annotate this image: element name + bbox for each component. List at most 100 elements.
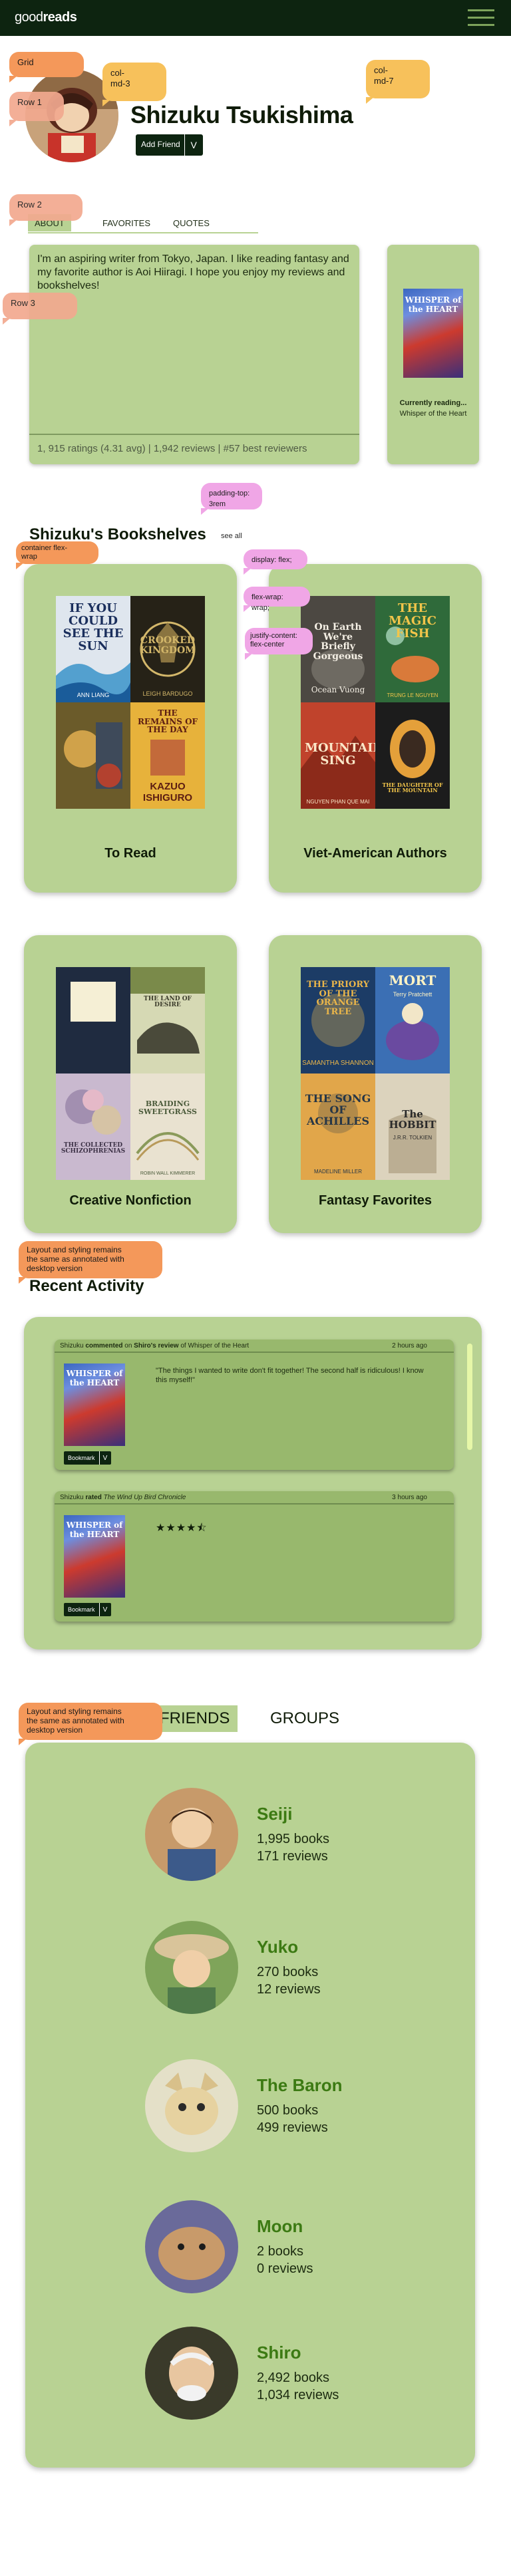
book-cover[interactable]: THE COLLECTED SCHIZOPHRENIAS xyxy=(56,1073,130,1180)
scrollbar[interactable] xyxy=(467,1344,472,1450)
bookmark-button[interactable]: Bookmark V xyxy=(64,1603,111,1616)
friend-avatar[interactable] xyxy=(145,2059,238,2152)
shelf-card[interactable]: IF YOU COULD SEE THE SUN ANN LIANG CROOK… xyxy=(24,564,237,893)
bookmark-label: Bookmark xyxy=(68,1606,95,1613)
shelf-name: Fantasy Favorites xyxy=(318,1193,432,1208)
activity-verb: rated xyxy=(85,1494,102,1501)
activity-review-link[interactable]: Shiro's review xyxy=(134,1342,178,1350)
add-friend-button[interactable]: Add Friend V xyxy=(136,134,203,156)
book-title: THE LAND OF DESIRE xyxy=(144,996,192,1009)
chevron-down-icon[interactable]: V xyxy=(184,134,203,156)
friend-reviews: 499 reviews xyxy=(257,2120,328,2135)
friend-books: 2 books xyxy=(257,2244,304,2259)
activity-user[interactable]: Shizuku xyxy=(60,1342,84,1350)
note-col-md-3: col- md-3 xyxy=(102,63,166,106)
tab-groups[interactable]: GROUPS xyxy=(270,1705,339,1732)
friend-books: 270 books xyxy=(257,1965,319,1979)
friend-name[interactable]: The Baron xyxy=(257,2075,343,2096)
note-padding-top: padding-top: 3rem xyxy=(201,483,262,515)
book-title: THE DAUGHTER OF THE MOUNTAIN xyxy=(382,782,443,794)
friend-name[interactable]: Yuko xyxy=(257,1937,298,1957)
activity-quote: "The things I wanted to write don't fit … xyxy=(156,1367,424,1384)
chevron-down-icon[interactable]: V xyxy=(98,1603,111,1616)
book-cover[interactable] xyxy=(56,702,130,809)
activity-book-link[interactable]: Whisper of the Heart xyxy=(188,1342,250,1350)
book-cover[interactable]: THE LAND OF DESIRE xyxy=(130,967,205,1073)
add-friend-label: Add Friend xyxy=(141,140,180,149)
book-cover[interactable]: The HOBBIT J.R.R. TOLKIEN xyxy=(375,1073,450,1180)
tab-quotes[interactable]: QUOTES xyxy=(173,214,210,231)
about-text: I'm an aspiring writer from Tokyo, Japan… xyxy=(37,253,349,291)
friend-item[interactable]: The Baron 500 books 499 reviews xyxy=(118,2059,438,2152)
book-title: On Earth We're Briefly Gorgeous xyxy=(313,622,363,662)
book-author: LEIGH BARDUGO xyxy=(142,690,193,697)
shelf-books-grid: IF YOU COULD SEE THE SUN ANN LIANG CROOK… xyxy=(56,596,205,809)
book-cover[interactable]: THE DAUGHTER OF THE MOUNTAIN xyxy=(375,702,450,809)
friend-avatar[interactable] xyxy=(145,1788,238,1881)
shelf-card[interactable]: THE PRIORY OF THE ORANGE TREE SAMANTHA S… xyxy=(269,935,482,1233)
book-cover[interactable]: MORT Terry Pratchett xyxy=(375,967,450,1073)
friend-item[interactable]: Seiji 1,995 books 171 reviews xyxy=(118,1788,438,1881)
book-author: ROBIN WALL KIMMERER xyxy=(140,1171,196,1176)
friend-avatar[interactable] xyxy=(145,2200,238,2293)
activity-user[interactable]: Shizuku xyxy=(60,1494,84,1501)
friend-item[interactable]: Shiro 2,492 books 1,034 reviews xyxy=(118,2327,438,2420)
shelf-books-grid: THE LAND OF DESIRE THE COLLECTED SCHIZOP… xyxy=(56,967,205,1180)
book-author: J.R.R. TOLKIEN xyxy=(393,1135,432,1141)
book-cover[interactable]: BRAIDING SWEETGRASS ROBIN WALL KIMMERER xyxy=(130,1073,205,1180)
hamburger-menu-icon[interactable] xyxy=(468,8,494,28)
cover-title: WHISPER of the HEART xyxy=(66,1520,123,1539)
note-grid: Grid xyxy=(9,52,84,82)
chevron-down-icon[interactable]: V xyxy=(98,1451,111,1465)
friends-card: Seiji 1,995 books 171 reviews Yuko 270 b… xyxy=(25,1743,475,2468)
goodreads-logo[interactable]: goodreads xyxy=(15,10,77,25)
currently-reading-label: Currently reading... xyxy=(399,399,467,407)
book-cover[interactable]: IF YOU COULD SEE THE SUN ANN LIANG xyxy=(56,596,130,702)
book-cover[interactable] xyxy=(56,967,130,1073)
friend-name[interactable]: Seiji xyxy=(257,1804,292,1824)
book-cover[interactable]: THE MAGIC FISH TRUNG LE NGUYEN xyxy=(375,596,450,702)
book-cover[interactable]: MOUNTAINS SING NGUYEN PHAN QUE MAI xyxy=(301,702,375,809)
note-display-flex: display: flex; xyxy=(244,549,307,575)
shelf-card[interactable]: THE LAND OF DESIRE THE COLLECTED SCHIZOP… xyxy=(24,935,237,1233)
book-cover[interactable]: THE REMAINS OF THE DAY KAZUO ISHIGURO xyxy=(130,702,205,809)
friend-books: 500 books xyxy=(257,2103,319,2118)
book-cover[interactable]: WHISPER of the HEART xyxy=(64,1363,125,1446)
book-author: Ocean Vuong xyxy=(311,685,365,694)
tab-friends[interactable]: FRIENDS xyxy=(152,1705,238,1732)
note-layout-same: Layout and styling remains the same as a… xyxy=(19,1703,162,1745)
tab-favorites[interactable]: FAVORITES xyxy=(102,214,150,231)
logo-regular: good xyxy=(15,10,43,25)
book-title: BRAIDING SWEETGRASS xyxy=(138,1099,197,1116)
book-cover[interactable]: WHISPER of the HEART xyxy=(64,1515,125,1598)
book-title: THE REMAINS OF THE DAY xyxy=(137,708,198,735)
book-title: THE SONG OF ACHILLES xyxy=(305,1092,371,1127)
friend-name[interactable]: Moon xyxy=(257,2216,303,2237)
currently-reading-title[interactable]: Whisper of the Heart xyxy=(387,410,479,418)
see-all-link[interactable]: see all xyxy=(221,532,242,540)
friend-reviews: 1,034 reviews xyxy=(257,2388,339,2402)
book-cover[interactable]: THE PRIORY OF THE ORANGE TREE SAMANTHA S… xyxy=(301,967,375,1073)
friend-name[interactable]: Shiro xyxy=(257,2343,301,2363)
book-cover[interactable]: On Earth We're Briefly Gorgeous Ocean Vu… xyxy=(301,596,375,702)
book-title: THE MAGIC FISH xyxy=(388,601,436,641)
book-cover[interactable]: CROOKED KINGDOM LEIGH BARDUGO xyxy=(130,596,205,702)
friend-item[interactable]: Yuko 270 books 12 reviews xyxy=(118,1921,438,2014)
activity-book-link[interactable]: The Wind Up Bird Chronicle xyxy=(104,1494,186,1501)
book-cover[interactable]: WHISPER of the HEART xyxy=(403,289,463,378)
book-title: MORT xyxy=(389,972,436,988)
book-cover[interactable]: THE SONG OF ACHILLES MADELINE MILLER xyxy=(301,1073,375,1180)
activity-header: Shizuku rated The Wind Up Bird Chronicle… xyxy=(55,1491,454,1504)
shelf-card[interactable]: On Earth We're Briefly Gorgeous Ocean Vu… xyxy=(269,564,482,893)
activity-on: on xyxy=(124,1342,132,1350)
note-row-1: Row 1 xyxy=(9,92,64,126)
book-author: ANN LIANG xyxy=(77,692,110,698)
friend-avatar[interactable] xyxy=(145,2327,238,2420)
friend-avatar[interactable] xyxy=(145,1921,238,2014)
divider xyxy=(29,434,359,435)
friend-item[interactable]: Moon 2 books 0 reviews xyxy=(118,2200,438,2293)
shelf-books-grid: THE PRIORY OF THE ORANGE TREE SAMANTHA S… xyxy=(301,967,450,1180)
book-title: THE PRIORY OF THE ORANGE TREE xyxy=(306,980,370,1017)
note-row-3: Row 3 xyxy=(3,293,77,325)
bookmark-button[interactable]: Bookmark V xyxy=(64,1451,111,1465)
